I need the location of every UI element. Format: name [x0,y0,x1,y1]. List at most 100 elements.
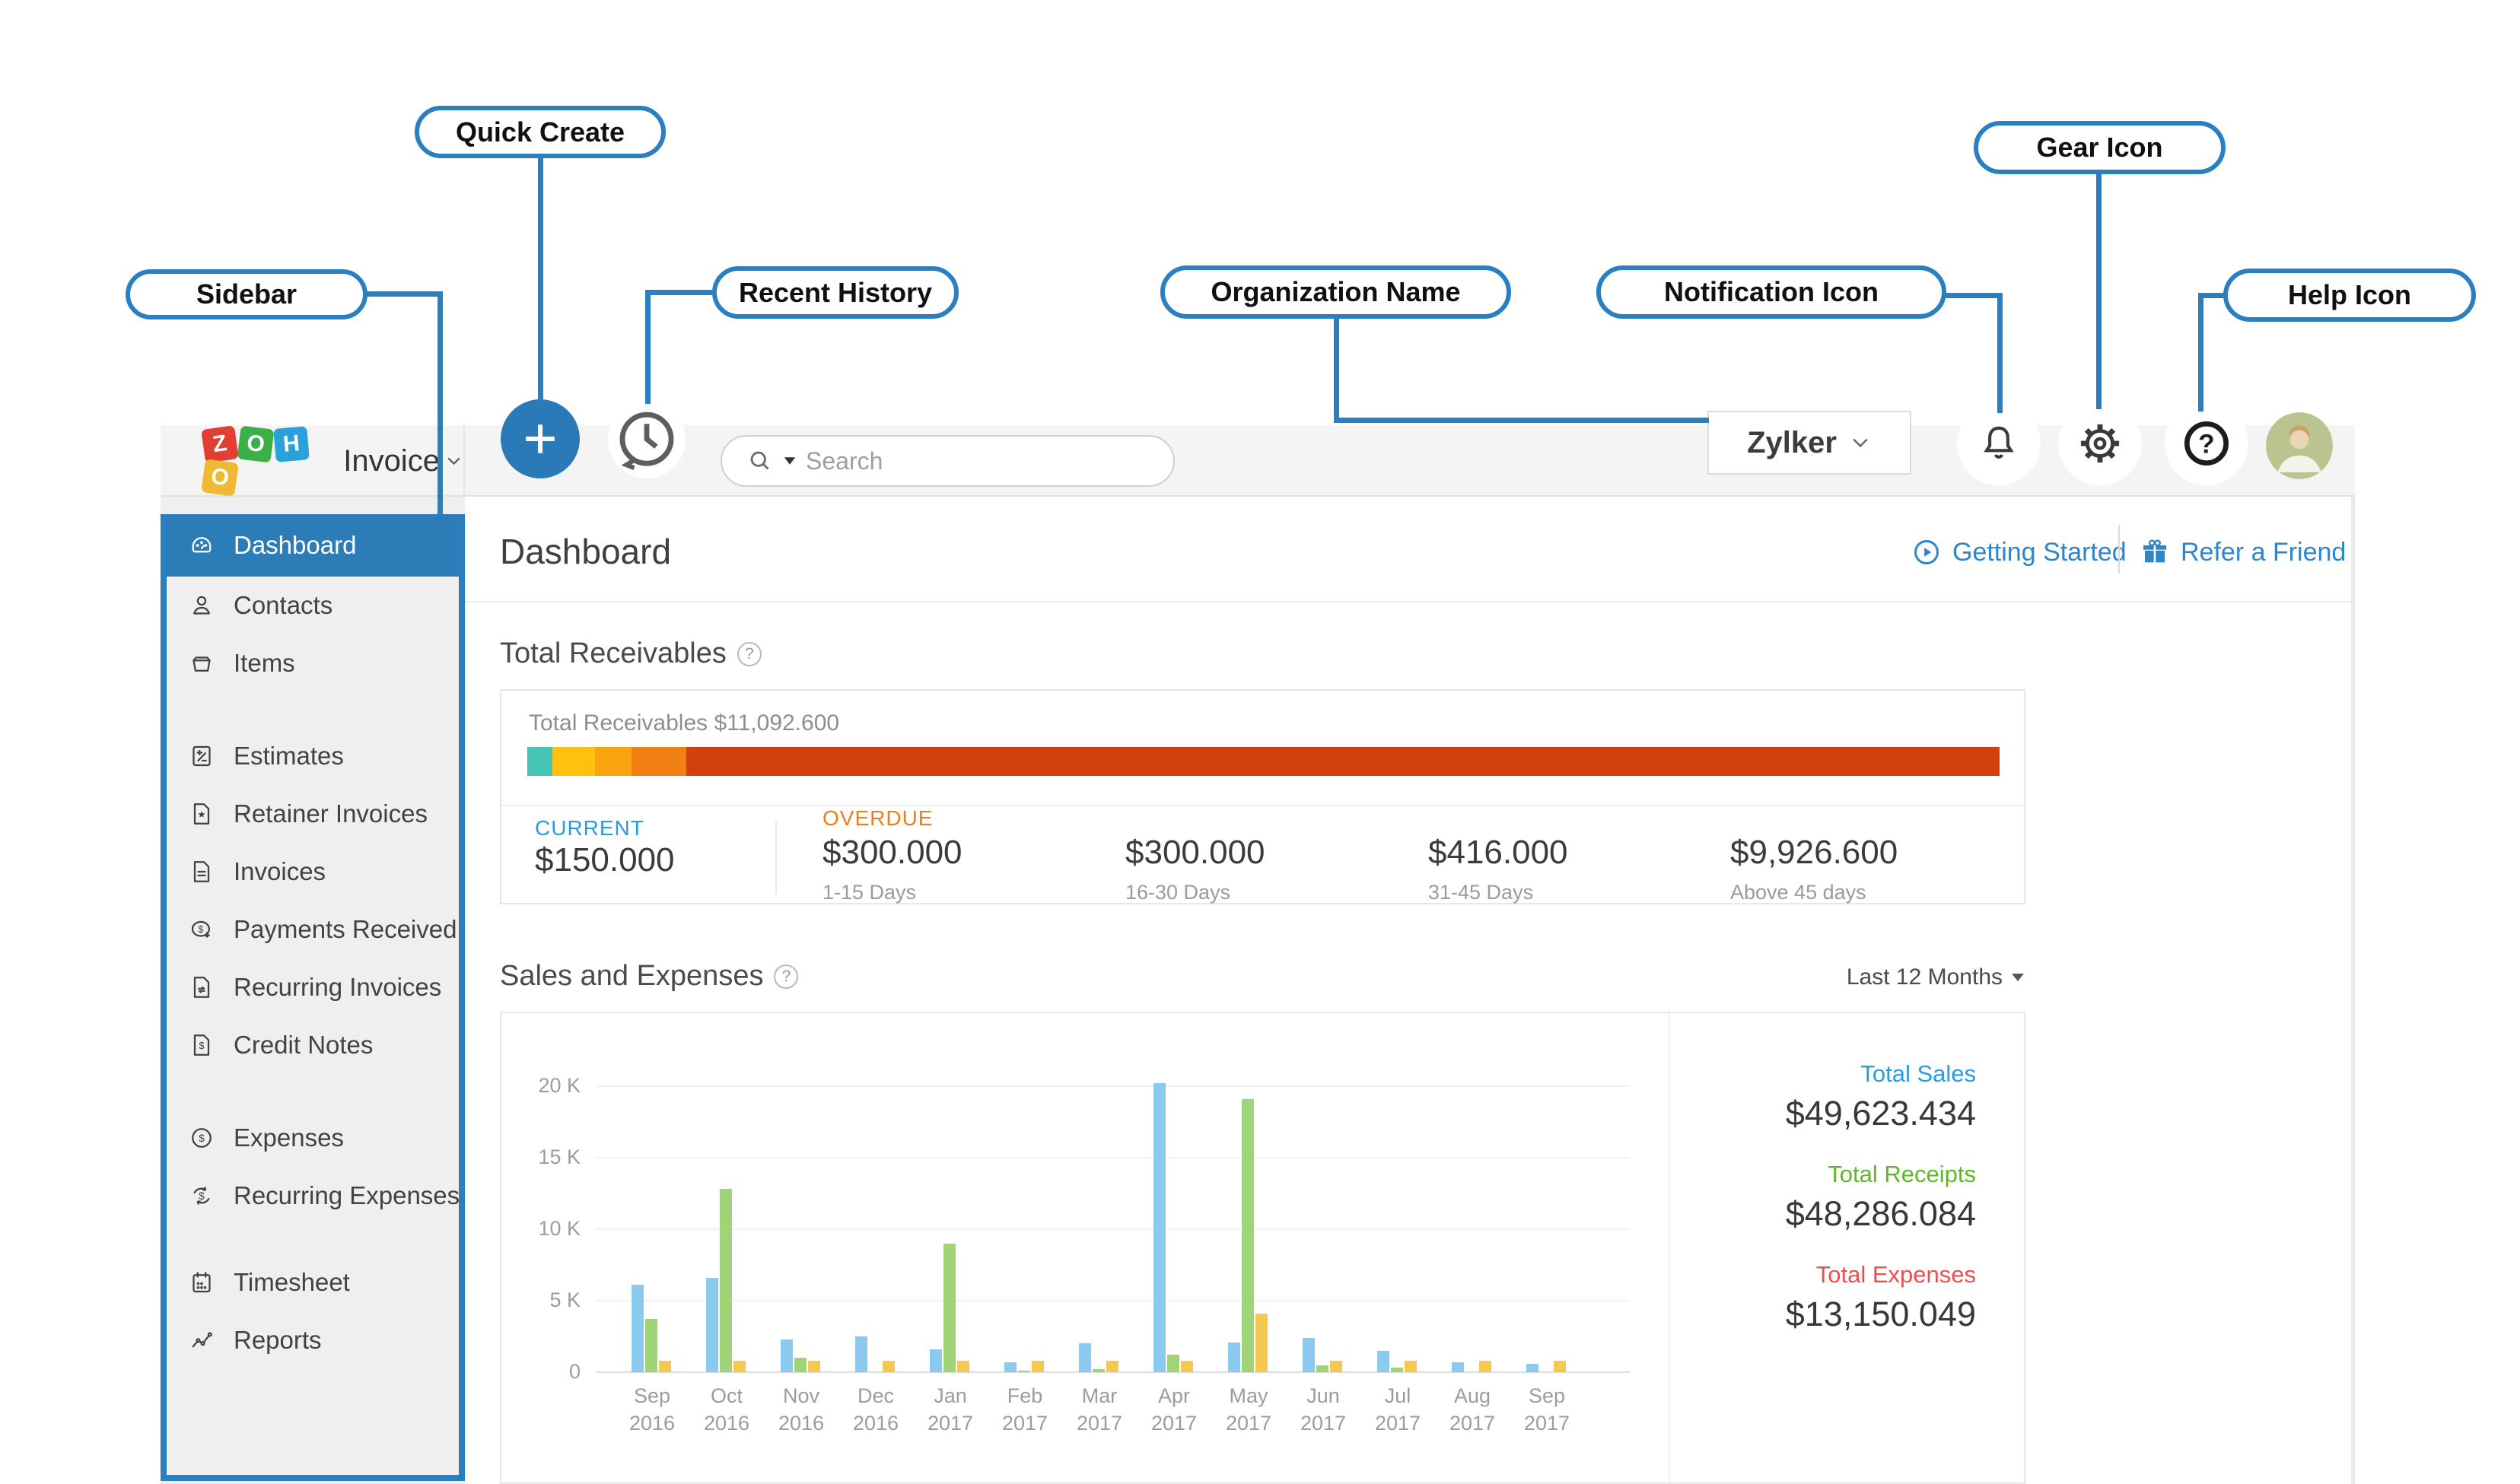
aging-bar-segment-4[interactable] [686,747,2000,776]
bar-expenses-sep-2017[interactable] [1554,1361,1566,1372]
bar-sales-sep-2017[interactable] [1526,1364,1538,1372]
bar-expenses-mar-2017[interactable] [1106,1361,1118,1372]
sidebar-item-label: Timesheet [234,1268,350,1296]
bar-sales-jan-2017[interactable] [930,1349,942,1372]
chart-ytick-label: 5 K [549,1289,581,1311]
sidebar-item-recurring-invoices[interactable]: Recurring Invoices [161,958,465,1016]
range-dropdown-icon [2012,974,2024,981]
sidebar-item-recurring-expenses[interactable]: $ Recurring Expenses [161,1167,465,1225]
bar-expenses-jun-2017[interactable] [1330,1361,1342,1372]
sidebar-item-invoices[interactable]: Invoices [161,843,465,901]
bar-sales-aug-2017[interactable] [1452,1362,1464,1372]
bar-sales-nov-2016[interactable] [781,1339,793,1372]
organization-selector[interactable]: Zylker [1707,411,1911,475]
search-box[interactable]: Search [721,435,1175,487]
aging-bar-segment-0[interactable] [527,747,552,776]
bar-receipts-jan-2017[interactable] [943,1244,956,1372]
bar-receipts-sep-2016[interactable] [645,1319,657,1372]
help-connector-v [2198,293,2203,412]
sidebar-item-payments-received[interactable]: $ Payments Received [161,901,465,958]
bar-receipts-jun-2017[interactable] [1316,1365,1328,1372]
bar-expenses-sep-2016[interactable] [659,1361,671,1372]
bar-expenses-oct-2016[interactable] [733,1361,746,1372]
organization-connector-v [1334,317,1339,423]
help-badge-icon[interactable] [737,641,762,666]
bell-icon [1984,426,2014,459]
refer-a-friend-link[interactable]: Refer a Friend [2140,537,2346,567]
recurring-invoices-icon [188,974,215,1001]
chart-ytick-label: 20 K [538,1074,581,1097]
sidebar-item-label: Dashboard [234,531,357,559]
bar-expenses-may-2017[interactable] [1255,1314,1268,1372]
bar-expenses-aug-2017[interactable] [1479,1361,1491,1372]
bar-receipts-mar-2017[interactable] [1093,1369,1105,1372]
bar-expenses-jul-2017[interactable] [1405,1361,1417,1372]
zoho-invoice-logo[interactable]: Z O HO Invoice [161,425,465,497]
user-avatar[interactable] [2266,412,2333,479]
getting-started-label: Getting Started [1952,537,2127,567]
bar-expenses-nov-2016[interactable] [808,1361,820,1372]
bar-sales-mar-2017[interactable] [1079,1343,1091,1372]
bar-sales-may-2017[interactable] [1228,1343,1240,1372]
sidebar-item-reports[interactable]: Reports [161,1311,465,1369]
bar-expenses-dec-2016[interactable] [883,1361,895,1372]
sidebar-item-timesheet[interactable]: Timesheet [161,1254,465,1311]
aging-bar-segment-3[interactable] [632,747,686,776]
quick-create-button[interactable] [501,399,580,478]
sidebar-item-contacts[interactable]: Contacts [161,577,465,634]
total-sales-value: $49,623.434 [1785,1094,1976,1133]
sidebar-item-dashboard[interactable]: Dashboard [161,514,465,577]
sidebar-item-label: Retainer Invoices [234,799,428,828]
bar-receipts-nov-2016[interactable] [794,1358,807,1372]
bar-receipts-apr-2017[interactable] [1167,1355,1179,1372]
current-amount[interactable]: $150.000 [535,841,675,879]
aging-period-3: Above 45 days [1730,881,1866,904]
bar-sales-sep-2016[interactable] [632,1285,644,1372]
sales-expenses-chart[interactable]: 05 K 10 K 15 K 20 K Sep 2016 Oct 2016 Nov 2016 Dec… [501,1013,1669,1482]
aging-amount-3[interactable]: $9,926.600 [1730,834,1898,872]
sidebar-connector-h [367,291,440,297]
receivables-aging-bar[interactable] [527,747,2000,776]
bar-sales-dec-2016[interactable] [855,1336,867,1372]
bar-receipts-may-2017[interactable] [1242,1099,1254,1372]
recent-history-button[interactable] [608,401,686,478]
bar-expenses-feb-2017[interactable] [1032,1361,1044,1372]
sidebar-item-estimates[interactable]: Estimates [161,727,465,785]
bar-expenses-apr-2017[interactable] [1181,1361,1193,1372]
bar-receipts-jul-2017[interactable] [1391,1368,1403,1372]
help-badge-icon[interactable] [774,964,799,989]
bar-sales-feb-2017[interactable] [1004,1362,1017,1372]
bar-sales-jul-2017[interactable] [1377,1351,1389,1372]
aging-amount-2[interactable]: $416.000 [1428,834,1568,872]
sidebar-item-retainer-invoices[interactable]: Retainer Invoices [161,785,465,843]
sidebar-item-items[interactable]: Items [161,634,465,692]
notifications-button[interactable] [1957,402,2041,485]
getting-started-link[interactable]: Getting Started [1911,537,2127,567]
date-range-selector[interactable]: Last 12 Months [1720,964,2024,990]
sidebar-item-credit-notes[interactable]: $ Credit Notes [161,1016,465,1074]
total-sales-label: Total Sales [1860,1060,1976,1087]
organization-connector-h [1334,418,1709,423]
estimates-icon [188,742,215,770]
payments-received-icon: $ [188,916,215,943]
bar-receipts-feb-2017[interactable] [1018,1371,1030,1372]
aging-bar-segment-2[interactable] [595,747,632,776]
search-scope-dropdown-icon[interactable] [784,457,796,465]
sidebar-item-label: Contacts [234,591,333,619]
aging-bar-segment-1[interactable] [552,747,595,776]
chart-ytick-label: 0 [568,1360,581,1383]
bar-receipts-oct-2016[interactable] [720,1189,732,1372]
aging-amount-1[interactable]: $300.000 [1125,834,1265,872]
sidebar-item-expenses[interactable]: $ Expenses [161,1109,465,1167]
bar-sales-jun-2017[interactable] [1303,1338,1315,1372]
bar-sales-oct-2016[interactable] [706,1278,718,1372]
recent-history-connector-v [645,290,651,404]
settings-button[interactable] [2058,402,2142,485]
aging-amount-0[interactable]: $300.000 [822,834,963,872]
bar-sales-apr-2017[interactable] [1153,1083,1166,1372]
help-button[interactable]: ? [2165,402,2248,485]
bar-expenses-jan-2017[interactable] [957,1361,969,1372]
total-expenses-value: $13,150.049 [1785,1295,1976,1333]
